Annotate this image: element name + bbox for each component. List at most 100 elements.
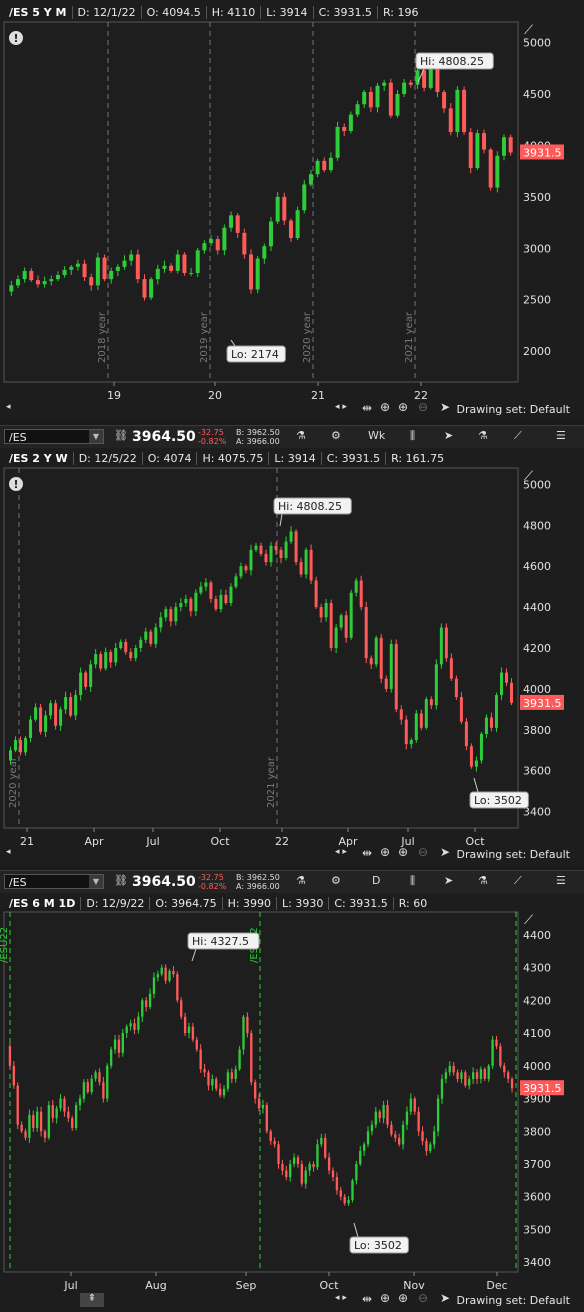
cursor-icon[interactable]: ➤ — [440, 1291, 450, 1305]
candle-body — [315, 160, 320, 175]
crosshair-icon[interactable]: ⊕ — [380, 400, 390, 414]
gear-icon[interactable]: ⚙ — [331, 429, 341, 442]
drawing-set-label[interactable]: Drawing set: Default — [457, 1294, 570, 1307]
candle-body — [329, 603, 333, 648]
scroll-left-icon[interactable]: ◂ — [6, 847, 11, 857]
gear-icon[interactable]: ⚙ — [331, 874, 341, 887]
candle-body — [194, 592, 198, 612]
expand-icon[interactable]: ⇹ — [362, 846, 372, 860]
link-icon[interactable]: ⛓ — [114, 429, 128, 442]
candle-body — [304, 1170, 307, 1184]
candle-body — [134, 648, 138, 659]
crosshair-icon[interactable]: ⊕ — [380, 1291, 390, 1305]
symbol-input[interactable]: /ES ▼ — [4, 874, 104, 889]
drawing-set-label[interactable]: Drawing set: Default — [457, 403, 570, 416]
expand-icon[interactable]: ⇹ — [362, 1292, 372, 1306]
candle-body — [82, 1082, 86, 1099]
candle-body — [51, 1105, 54, 1119]
menu-icon[interactable]: ☰ — [556, 429, 566, 442]
candle-body — [483, 1069, 486, 1079]
flask-icon[interactable]: ⚗ — [296, 429, 306, 442]
chart-style-icon[interactable]: ⫼ — [410, 874, 415, 888]
candle-body — [199, 586, 203, 593]
crosshair-icon[interactable]: ⊕ — [380, 845, 390, 859]
cursor-icon[interactable]: ➤ — [440, 845, 450, 859]
chart-2y-canvas[interactable]: 50004800460044004200400038003600340021 Ap… — [0, 448, 584, 848]
candle-body — [274, 545, 278, 550]
x-tick-label: Dec — [486, 1279, 507, 1291]
last-price-tag-label: 3931.5 — [523, 697, 562, 710]
chart-panel-6m[interactable]: 4400 4300 4200 4100 4000 3900 3800 3700 3600 3500… — [0, 893, 584, 1312]
hi-callout-text: Hi: 4808.25 — [278, 500, 342, 513]
candle-body — [195, 1039, 198, 1050]
zoom-in-icon[interactable]: ⊕ — [398, 1291, 408, 1305]
chart-5y-canvas[interactable]: 5000450040003500300025002000192021222018… — [0, 0, 584, 400]
candle-body — [234, 1069, 237, 1079]
studies-icon[interactable]: ⚗ — [478, 874, 488, 887]
candle-body — [119, 641, 123, 648]
x-tick-label: Jul — [63, 1279, 77, 1291]
symbol-value: /ES — [9, 431, 27, 444]
symbol-input[interactable]: /ES ▼ — [4, 429, 104, 444]
candle-body — [180, 1000, 183, 1017]
candle-body — [424, 699, 428, 728]
cursor-icon[interactable]: ➤ — [440, 400, 450, 414]
candle-body — [421, 1131, 424, 1142]
studies-icon[interactable]: ⚗ — [478, 429, 488, 442]
flask-icon[interactable]: ⚗ — [296, 874, 306, 887]
nav-left-right-icon[interactable]: ◂ ▸ — [335, 847, 347, 857]
x-tick-label: Nov — [403, 1279, 425, 1291]
candle-body — [474, 760, 478, 767]
candle-body — [67, 1111, 70, 1119]
zoom-in-icon[interactable]: ⊕ — [398, 845, 408, 859]
candle-body — [129, 652, 133, 659]
candle-body — [362, 1144, 366, 1151]
aggregation-select[interactable]: D — [372, 874, 380, 887]
period-marker-label: 2020 year — [302, 311, 313, 363]
chart-header-6m: /ES 6 M 1D D: 12/9/22 O: 3964.75 H: 3990… — [4, 894, 432, 912]
candle-body — [257, 1098, 261, 1109]
header-symbol: /ES 6 M 1D — [4, 896, 82, 910]
zoom-in-icon[interactable]: ⊕ — [398, 400, 408, 414]
y-tick-label: 3600 — [523, 765, 551, 778]
expand-icon[interactable]: ⇹ — [362, 401, 372, 415]
candle-body — [75, 263, 80, 267]
nav-left-right-icon[interactable]: ◂ ▸ — [335, 402, 347, 412]
candle-body — [479, 733, 483, 761]
menu-icon[interactable]: ☰ — [556, 874, 566, 887]
cursor-tool-icon[interactable]: ➤ — [444, 429, 453, 442]
candle-body — [162, 265, 167, 269]
candle-body — [149, 631, 153, 644]
header-range: R: 60 — [398, 896, 428, 910]
scroll-left-icon[interactable]: ◂ — [6, 402, 11, 412]
chart-panel-5y[interactable]: 5000450040003500300025002000192021222018… — [0, 0, 584, 420]
drawing-icon[interactable]: ⟋ — [514, 429, 522, 443]
zoom-out-icon[interactable]: ⊖ — [418, 400, 428, 414]
link-icon[interactable]: ⛓ — [114, 874, 128, 887]
chevron-down-icon[interactable]: ▼ — [89, 875, 103, 888]
chevron-down-icon[interactable]: ▼ — [89, 430, 103, 443]
candle-body — [59, 1098, 62, 1109]
candle-body — [148, 993, 152, 1007]
candle-body — [452, 1065, 455, 1073]
candle-body — [409, 740, 413, 745]
candle-body — [253, 1082, 257, 1099]
zoom-out-icon[interactable]: ⊖ — [418, 845, 428, 859]
candle-body — [382, 1105, 385, 1119]
drawing-set-label[interactable]: Drawing set: Default — [457, 848, 570, 861]
candle-body — [141, 1000, 144, 1017]
candle-body — [484, 717, 488, 734]
candle-body — [249, 549, 253, 571]
nav-left-right-icon[interactable]: ◂ ▸ — [335, 1293, 347, 1303]
drawing-icon[interactable]: ⟋ — [514, 874, 522, 888]
zoom-out-icon[interactable]: ⊖ — [418, 1291, 428, 1305]
aggregation-select[interactable]: Wk — [368, 429, 385, 442]
candle-body — [440, 1078, 444, 1099]
cursor-tool-icon[interactable]: ➤ — [444, 874, 453, 887]
ask-value: A: 3966.00 — [236, 882, 280, 891]
collapse-icon[interactable]: ⇞ — [80, 1293, 104, 1307]
chart-style-icon[interactable]: ⫼ — [410, 429, 415, 443]
chart-panel-2y[interactable]: 5000 4800 4600 4400 4200 4000 3800 3600 3400 21 Ap… — [0, 448, 584, 866]
candle-body — [29, 719, 33, 738]
chart-6m-canvas[interactable]: 4400430042004100400039003800370036003500… — [0, 893, 584, 1291]
